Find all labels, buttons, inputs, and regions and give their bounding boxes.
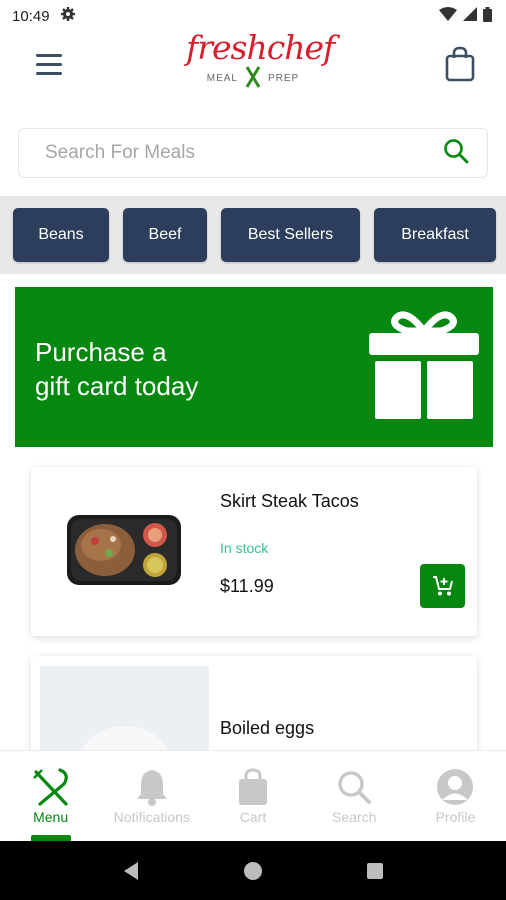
gift-card-text: Purchase a gift card today bbox=[35, 335, 295, 403]
status-right bbox=[439, 6, 492, 26]
product-name: Boiled eggs bbox=[220, 718, 315, 738]
category-chip-beef[interactable]: Beef bbox=[123, 208, 207, 262]
status-left: 10:49 bbox=[12, 6, 76, 26]
battery-icon bbox=[483, 6, 492, 26]
category-bar: Beans Beef Best Sellers Breakfast bbox=[0, 196, 506, 274]
search-bar bbox=[18, 128, 488, 178]
nav-menu-label: Menu bbox=[33, 809, 69, 825]
product-name: Skirt Steak Tacos bbox=[220, 491, 359, 511]
app-header: freshchef MEAL PREP bbox=[0, 28, 506, 112]
gift-card-line-2: gift card today bbox=[35, 371, 199, 401]
nav-cart-label: Cart bbox=[239, 809, 267, 825]
search-icon bbox=[332, 765, 376, 809]
utensils-icon bbox=[29, 765, 73, 809]
search-icon[interactable] bbox=[443, 138, 469, 169]
gift-card-line-1: Purchase a bbox=[35, 337, 167, 367]
cart-button[interactable] bbox=[444, 46, 478, 86]
home-circle-icon bbox=[244, 861, 262, 880]
back-triangle-icon bbox=[124, 861, 138, 880]
recents-button[interactable] bbox=[355, 851, 395, 891]
hamburger-menu-button[interactable] bbox=[34, 52, 66, 78]
nav-search[interactable]: Search bbox=[304, 751, 405, 841]
shopping-bag-icon bbox=[231, 765, 275, 809]
add-to-cart-button[interactable] bbox=[420, 564, 465, 608]
stock-status: In stock bbox=[220, 540, 269, 556]
nav-menu[interactable]: Menu bbox=[0, 751, 101, 841]
recents-square-icon bbox=[367, 862, 383, 879]
category-chip-best-sellers[interactable]: Best Sellers bbox=[221, 208, 360, 262]
gift-icon bbox=[369, 311, 479, 419]
hamburger-line bbox=[36, 63, 62, 66]
nav-notifications[interactable]: Notifications bbox=[101, 751, 202, 841]
nav-cart[interactable]: Cart bbox=[202, 751, 303, 841]
home-button[interactable] bbox=[233, 851, 273, 891]
category-chip-beans[interactable]: Beans bbox=[13, 208, 109, 262]
bell-icon bbox=[130, 765, 174, 809]
hamburger-line bbox=[36, 72, 62, 75]
nav-profile[interactable]: Profile bbox=[405, 751, 506, 841]
nav-search-label: Search bbox=[332, 809, 377, 825]
bottom-navigation: Menu Notifications Cart Search Profile bbox=[0, 750, 506, 841]
search-input[interactable] bbox=[45, 142, 405, 164]
system-navigation-bar bbox=[0, 841, 506, 900]
gift-card-banner[interactable]: Purchase a gift card today bbox=[15, 287, 493, 447]
nav-profile-label: Profile bbox=[435, 809, 476, 825]
shopping-bag-icon bbox=[445, 46, 475, 82]
category-chip-breakfast[interactable]: Breakfast bbox=[374, 208, 496, 262]
product-price: $11.99 bbox=[220, 576, 274, 596]
gear-icon bbox=[60, 6, 76, 26]
logo-wordmark: freshchef bbox=[186, 28, 335, 67]
back-button[interactable] bbox=[111, 851, 151, 891]
status-time: 10:49 bbox=[12, 7, 50, 25]
logo-tagline-left: MEAL bbox=[206, 73, 238, 84]
logo-tagline-right: PREP bbox=[268, 73, 300, 84]
freshchef-logo[interactable]: freshchef MEAL PREP bbox=[186, 26, 335, 98]
nav-notifications-label: Notifications bbox=[113, 809, 190, 825]
product-image bbox=[67, 515, 181, 585]
hamburger-line bbox=[36, 54, 62, 57]
signal-icon bbox=[463, 7, 477, 25]
add-to-cart-icon bbox=[432, 576, 453, 596]
crossed-utensils-icon bbox=[244, 66, 262, 91]
wifi-icon bbox=[439, 7, 457, 25]
user-icon bbox=[433, 765, 477, 809]
product-card[interactable]: Skirt Steak Tacos In stock $11.99 bbox=[31, 467, 477, 636]
